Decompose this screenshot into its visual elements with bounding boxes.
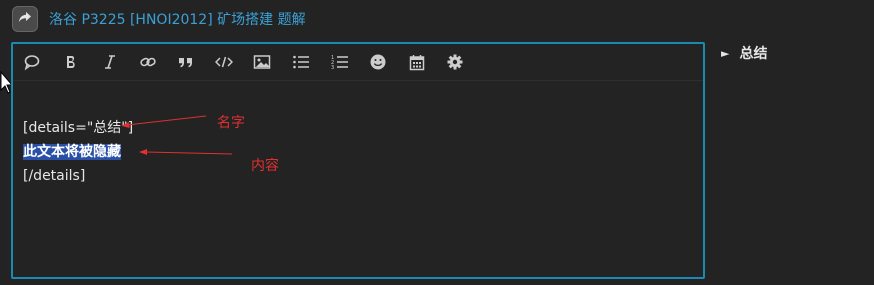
preview-details-summary[interactable]: ► 总结 bbox=[721, 43, 767, 63]
annotation-name-label: 名字 bbox=[217, 115, 245, 131]
summary-label: 总结 bbox=[739, 46, 768, 62]
annotation-content-label: 内容 bbox=[251, 158, 279, 174]
expand-triangle-icon: ► bbox=[721, 46, 730, 60]
